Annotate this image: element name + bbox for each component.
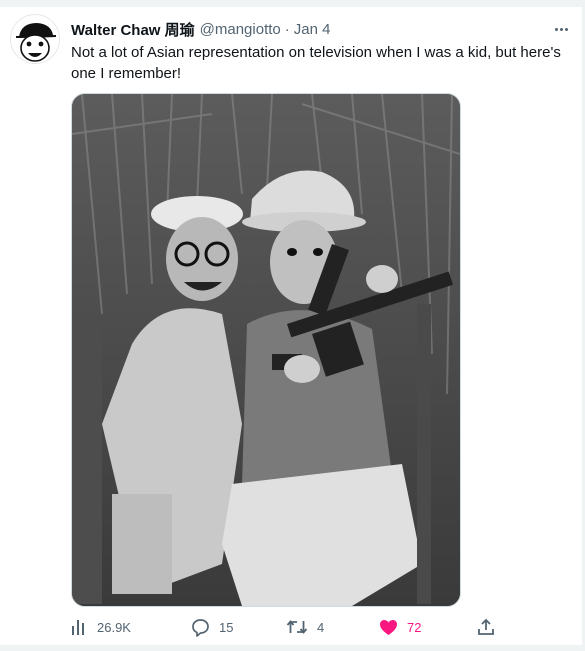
analytics-icon: [72, 620, 84, 635]
views-button[interactable]: 26.9K: [70, 615, 131, 639]
bottom-divider: [0, 645, 585, 651]
reply-button[interactable]: 15: [191, 615, 233, 639]
top-divider: [0, 0, 585, 7]
reply-icon: [192, 618, 209, 637]
tweet-actions: 26.9K 15 4 72: [70, 615, 510, 639]
more-dot: [554, 27, 558, 31]
views-count: 26.9K: [97, 619, 131, 635]
more-dot: [559, 27, 563, 31]
more-dot: [564, 27, 568, 31]
header-separator: ·: [284, 20, 290, 38]
tweet-header: Walter Chaw 周瑜 @mangiotto · Jan 4: [71, 19, 565, 39]
photo-illustration: [72, 94, 460, 606]
like-count: 72: [407, 619, 422, 635]
author-handle[interactable]: @mangiotto: [200, 21, 281, 38]
tweet-text: Not a lot of Asian representation on tel…: [71, 44, 561, 82]
tweet-photo[interactable]: [71, 93, 461, 607]
like-button[interactable]: 72: [379, 615, 421, 639]
share-button[interactable]: [477, 615, 495, 639]
heart-filled-icon: [380, 619, 397, 635]
retweet-icon: [286, 620, 308, 634]
retweet-button[interactable]: 4: [286, 615, 324, 639]
avatar-cartoon-face: [11, 15, 59, 63]
reply-count: 15: [219, 619, 234, 635]
more-icon[interactable]: [549, 20, 573, 38]
avatar[interactable]: [10, 14, 60, 64]
share-icon: [478, 618, 494, 635]
tweet-date[interactable]: Jan 4: [294, 21, 331, 38]
author-name[interactable]: Walter Chaw 周瑜: [71, 19, 195, 40]
retweet-count: 4: [317, 619, 325, 635]
